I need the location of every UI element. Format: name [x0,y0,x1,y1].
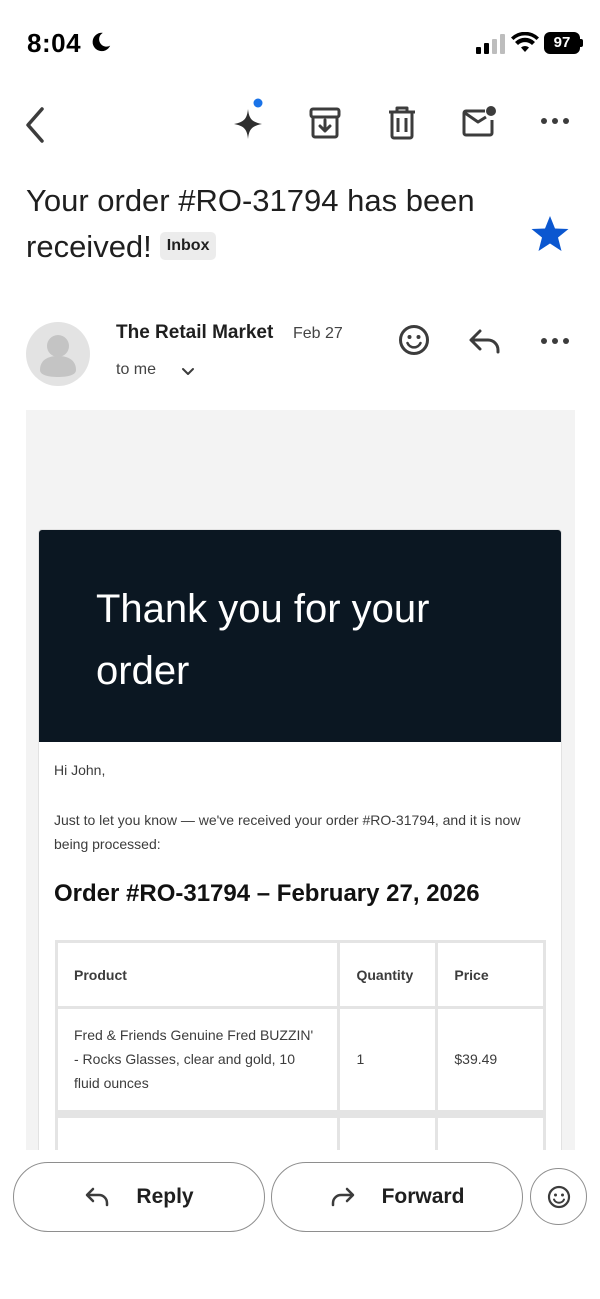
quick-reply-button[interactable] [468,328,502,354]
back-button[interactable] [22,105,50,145]
sender-avatar[interactable] [26,322,90,386]
back-arrow-icon [26,107,44,143]
sender-name[interactable]: The Retail Market [116,322,273,344]
more-options-button[interactable] [540,115,570,127]
cellular-signal-icon [476,34,505,54]
subtotal-empty-cell [338,1109,437,1150]
mail-unread-icon [462,106,496,137]
reply-label: Reply [136,1185,194,1208]
order-confirmation-card: Thank you for your order Hi John, Just t… [38,529,562,1150]
table-header-row: Product Quantity Price [54,940,546,1009]
message-more-button[interactable] [540,335,570,347]
email-subject: Your order #RO-31794 has been received! I… [26,178,516,270]
recipient-label[interactable]: to me [116,361,156,379]
forward-button[interactable]: Forward [271,1162,523,1232]
more-horizontal-icon [541,338,569,344]
mark-unread-button[interactable] [461,103,499,141]
sender-header: The Retail Market Feb 27 to me [0,318,600,398]
subtotal-label-cell [54,1109,341,1150]
smiley-icon [399,325,429,355]
wifi-icon [511,32,539,52]
inbox-label-chip[interactable]: Inbox [159,231,217,260]
subtotal-value-cell [435,1109,546,1150]
greeting-text: Hi John, [54,762,106,778]
trash-icon [389,106,415,140]
intro-text: Just to let you know — we've received yo… [54,812,521,852]
more-horizontal-icon [541,118,569,124]
quantity-cell: 1 [337,1006,439,1115]
product-column-header: Product [54,940,341,1009]
bottom-action-bar: Reply Forward [0,1150,600,1299]
forward-label: Forward [381,1185,465,1208]
chevron-down-icon[interactable] [180,365,196,379]
subject-text: Your order #RO-31794 has been received! [26,183,475,264]
person-placeholder-icon [40,335,76,377]
battery-indicator: 97 [544,32,580,54]
sent-date: Feb 27 [293,325,343,342]
top-toolbar [0,95,600,155]
product-cell: Fred & Friends Genuine Fred BUZZIN' - Ro… [54,1006,341,1115]
react-emoji-button[interactable] [398,324,430,356]
emoji-reaction-button[interactable] [530,1168,587,1225]
forward-icon [331,1187,354,1207]
subtotal-row [54,1109,546,1150]
price-cell: $39.49 [435,1006,546,1115]
archive-icon [309,107,341,139]
quantity-column-header: Quantity [337,940,439,1009]
battery-tip [580,39,583,47]
hero-title: Thank you for your order [96,587,430,693]
hero-banner: Thank you for your order [39,530,561,742]
delete-button[interactable] [386,105,418,141]
email-body[interactable]: Thank you for your order Hi John, Just t… [26,410,575,1150]
sparkle-icon [234,98,263,139]
archive-button[interactable] [308,105,342,141]
price-column-header: Price [435,940,546,1009]
gemini-button[interactable] [230,97,270,145]
smiley-icon [547,1185,570,1208]
order-items-table: Product Quantity Price Fred & Friends Ge… [54,940,546,1150]
order-heading: Order #RO-31794 – February 27, 2026 [54,880,480,907]
status-time: 8:04 [27,28,82,58]
reply-icon [86,1187,109,1207]
moon-icon [92,32,111,52]
status-bar: 8:04 97 [0,0,600,90]
table-row: Fred & Friends Genuine Fred BUZZIN' - Ro… [54,1006,546,1115]
reply-button[interactable]: Reply [13,1162,265,1232]
star-icon[interactable] [530,214,570,254]
reply-icon [469,329,500,354]
